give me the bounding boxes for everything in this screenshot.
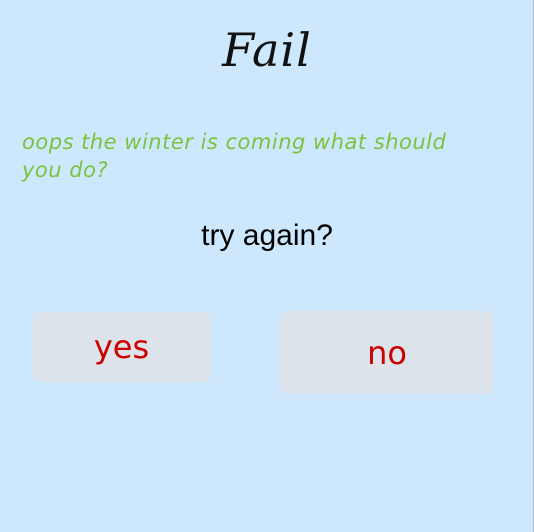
yes-button[interactable]: yes: [32, 312, 211, 382]
try-again-prompt: try again?: [201, 219, 333, 252]
fail-screen: Fail oops the winter is coming what shou…: [0, 0, 534, 532]
winter-message: oops the winter is coming what should yo…: [22, 130, 447, 182]
fail-title: Fail: [222, 23, 312, 77]
no-button[interactable]: no: [280, 311, 494, 394]
